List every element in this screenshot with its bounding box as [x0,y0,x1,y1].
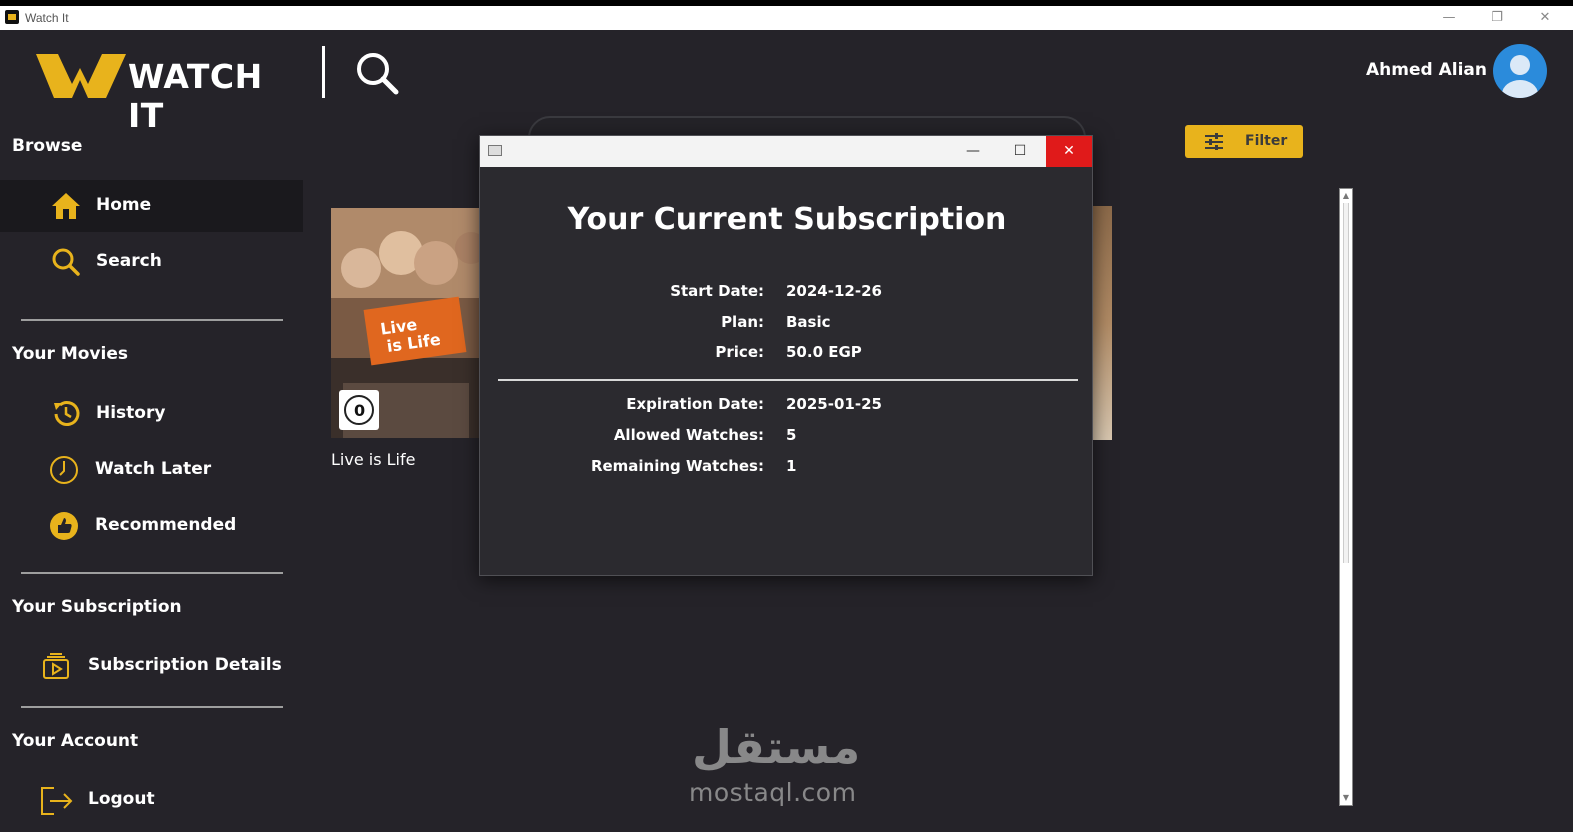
poster-image: Live is Life 0 [331,208,481,438]
field-value: Basic [786,313,831,331]
sidebar-item-label: Watch Later [95,459,212,479]
window-close-button[interactable]: ✕ [1522,6,1568,30]
field-value: 1 [786,457,797,475]
app-logo-icon [5,10,19,24]
sidebar-divider [21,572,283,574]
field-label: Allowed Watches: [613,426,764,444]
dialog-minimize-button[interactable]: — [950,136,996,167]
brand-name: WATCH IT [128,57,263,135]
sidebar-item-subscription-details[interactable]: Subscription Details [0,640,303,692]
sidebar-item-home[interactable]: Home [0,180,303,232]
user-name[interactable]: Ahmed Alian [1366,60,1487,80]
field-remaining-watches: Remaining Watches: 1 [480,457,1094,481]
sidebar-item-label: History [96,403,166,423]
dialog-title: Your Current Subscription [567,202,1007,237]
watermark-latin: mostaql.com [689,778,857,807]
dialog-maximize-button[interactable]: ☐ [997,136,1043,167]
field-label: Price: [715,343,764,361]
dialog-window-icon [488,145,502,156]
filter-button-label: Filter [1245,133,1288,149]
field-price: Price: 50.0 EGP [480,343,1094,367]
section-title-your-subscription: Your Subscription [12,597,182,617]
subscription-dialog: — ☐ ✕ Your Current Subscription Start Da… [479,135,1093,576]
scroll-up-arrow-icon[interactable]: ▲ [1341,191,1351,201]
dialog-separator [498,379,1078,381]
home-icon [51,191,81,221]
app-window: WATCH IT Ahmed Alian Browse Home Search … [0,30,1573,832]
movie-title[interactable]: Live is Life [331,450,415,469]
header-search-icon[interactable] [352,50,402,96]
watermark-arabic: مستقل [692,720,861,774]
window-restore-button[interactable]: ❐ [1474,6,1520,30]
movie-poster-partial[interactable] [1092,206,1112,440]
logo-divider [322,46,325,98]
sidebar-item-search[interactable]: Search [0,236,303,288]
section-title-your-account: Your Account [12,731,139,751]
thumbs-up-icon [49,511,79,541]
scrollbar-thumb[interactable] [1343,203,1349,563]
section-title-your-movies: Your Movies [12,344,128,364]
sidebar-item-label: Recommended [95,515,237,535]
watch-it-logo[interactable]: WATCH IT [36,50,306,135]
field-label: Expiration Date: [626,395,764,413]
logout-icon [40,785,73,815]
section-title-browse: Browse [12,136,83,156]
field-label: Plan: [721,313,764,331]
history-icon [51,399,81,429]
field-value: 50.0 EGP [786,343,862,361]
sidebar-item-recommended[interactable]: Recommended [0,500,303,552]
sidebar-item-label: Search [96,251,162,271]
clock-icon [49,455,79,485]
movie-poster[interactable]: Live is Life 0 [331,208,481,438]
user-avatar-icon[interactable] [1493,44,1547,98]
w-logo-icon [36,54,126,98]
window-minimize-button[interactable]: — [1426,6,1472,30]
content-scrollbar[interactable]: ▲ ▼ [1339,188,1353,806]
field-plan: Plan: Basic [480,313,1094,337]
scroll-down-arrow-icon[interactable]: ▼ [1341,793,1351,803]
poster-rating-badge: 0 [354,401,365,420]
field-expiration-date: Expiration Date: 2025-01-25 [480,395,1094,419]
field-allowed-watches: Allowed Watches: 5 [480,426,1094,450]
sidebar-item-history[interactable]: History [0,388,303,440]
field-label: Remaining Watches: [590,457,764,475]
filter-button[interactable]: Filter [1185,125,1303,158]
sidebar-item-label: Subscription Details [88,655,282,675]
sidebar-divider [21,319,283,321]
sidebar-item-label: Logout [88,789,155,809]
sidebar-item-label: Home [96,195,152,215]
sidebar-item-watch-later[interactable]: Watch Later [0,444,303,496]
field-label: Start Date: [670,282,764,300]
watermark: مستقل mostaql.com [686,720,886,812]
subscription-icon [41,651,71,681]
field-value: 2025-01-25 [786,395,882,413]
dialog-close-button[interactable]: ✕ [1046,136,1092,167]
sidebar-divider [21,706,283,708]
window-titlebar: Watch It — ❐ ✕ [0,0,1573,30]
sliders-icon [1205,133,1223,150]
search-icon [51,247,81,277]
dialog-titlebar: — ☐ ✕ [480,136,1092,167]
window-title: Watch It [25,11,69,25]
field-value: 5 [786,426,797,444]
field-value: 2024-12-26 [786,282,882,300]
sidebar-item-logout[interactable]: Logout [0,774,303,826]
field-start-date: Start Date: 2024-12-26 [480,282,1094,306]
